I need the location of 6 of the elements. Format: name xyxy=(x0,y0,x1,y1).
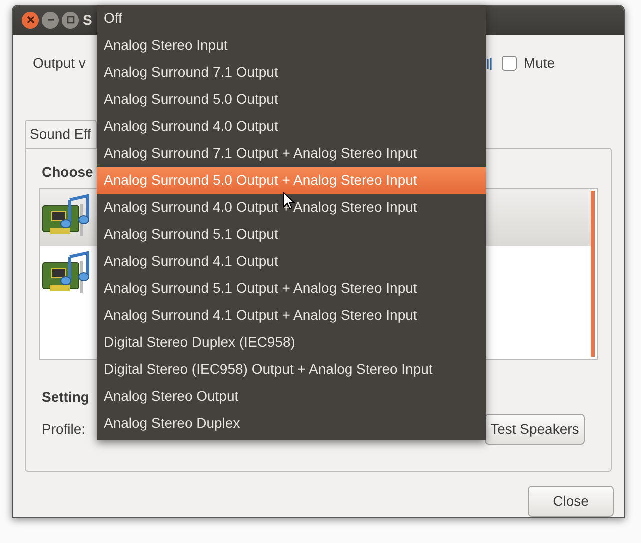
profile-label: Profile: xyxy=(42,420,86,439)
window-title: S xyxy=(83,10,92,30)
section-heading: Choose xyxy=(42,162,94,182)
mute-label: Mute xyxy=(524,54,556,74)
section-heading: Setting xyxy=(42,388,90,407)
volume-label: Output v xyxy=(33,54,86,74)
